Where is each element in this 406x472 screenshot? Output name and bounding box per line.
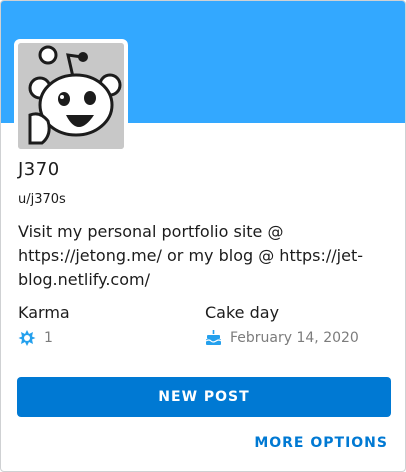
username: u/j370s (18, 192, 66, 207)
karma-count: 1 (44, 330, 53, 346)
karma-icon (18, 330, 36, 346)
cakeday-label: Cake day (205, 303, 280, 322)
cakeday-date: February 14, 2020 (230, 329, 359, 346)
more-options-button[interactable]: MORE OPTIONS (254, 435, 388, 451)
cakeday-value: February 14, 2020 (205, 329, 359, 346)
cake-icon (205, 330, 222, 345)
profile-bio: Visit my personal portfolio site @ https… (18, 222, 363, 289)
avatar[interactable] (18, 43, 124, 149)
karma-label: Karma (18, 303, 70, 322)
profile-card: J370 u/j370s Visit my personal portfolio… (0, 0, 406, 472)
display-name: J370 (18, 159, 60, 180)
avatar-frame[interactable] (14, 39, 128, 153)
karma-value: 1 (18, 329, 53, 347)
new-post-button[interactable]: NEW POST (17, 377, 391, 417)
snoo-avatar-icon (18, 43, 124, 149)
